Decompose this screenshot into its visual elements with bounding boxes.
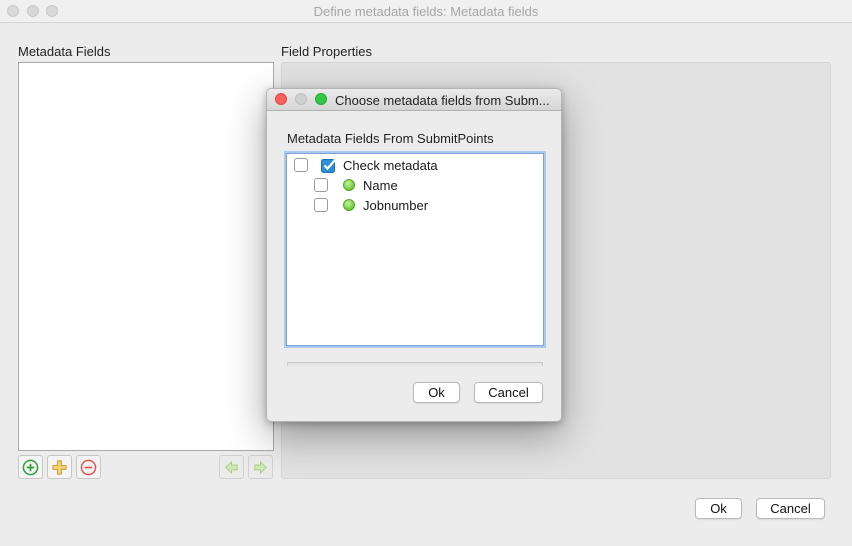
tree-row-name[interactable]: Name xyxy=(287,175,543,195)
move-right-button[interactable] xyxy=(248,455,273,479)
ok-button[interactable]: Ok xyxy=(695,498,742,519)
move-left-button[interactable] xyxy=(219,455,244,479)
dialog-title: Choose metadata fields from Subm... xyxy=(335,93,550,108)
green-dot-icon xyxy=(343,199,355,211)
arrow-right-icon xyxy=(254,460,267,474)
choose-fields-dialog: Choose metadata fields from Subm... Meta… xyxy=(266,88,562,422)
tree-checkbox[interactable] xyxy=(294,158,308,172)
dialog-minimize-button[interactable] xyxy=(295,93,307,105)
add-child-field-button[interactable] xyxy=(47,455,72,479)
tree-item-label: Name xyxy=(363,178,398,193)
dialog-cancel-button[interactable]: Cancel xyxy=(474,382,543,403)
green-dot-icon xyxy=(343,179,355,191)
main-titlebar: Define metadata fields: Metadata fields xyxy=(0,0,852,23)
dialog-ok-button[interactable]: Ok xyxy=(413,382,460,403)
window-title: Define metadata fields: Metadata fields xyxy=(313,4,539,19)
add-circle-icon xyxy=(22,459,39,475)
arrow-left-icon xyxy=(225,460,238,474)
checkbox-category-icon xyxy=(321,157,337,173)
add-plus-icon xyxy=(52,459,67,475)
field-properties-label: Field Properties xyxy=(281,44,373,59)
metadata-fields-label: Metadata Fields xyxy=(18,44,111,59)
tree-checkbox[interactable] xyxy=(314,198,328,212)
tree-item-label: Jobnumber xyxy=(363,198,429,213)
dialog-titlebar: Choose metadata fields from Subm... xyxy=(267,89,561,111)
dialog-separator xyxy=(287,362,543,366)
remove-field-button[interactable] xyxy=(76,455,101,479)
dialog-zoom-button[interactable] xyxy=(315,93,327,105)
remove-circle-icon xyxy=(80,459,97,475)
tree-item-label: Check metadata xyxy=(343,158,438,173)
cancel-button[interactable]: Cancel xyxy=(756,498,825,519)
add-field-button[interactable] xyxy=(18,455,43,479)
tree-checkbox[interactable] xyxy=(314,178,328,192)
tree-row-jobnumber[interactable]: Jobnumber xyxy=(287,195,543,215)
tree-row-check-metadata[interactable]: Check metadata xyxy=(287,155,543,175)
submitpoints-fields-label: Metadata Fields From SubmitPoints xyxy=(287,131,494,146)
dialog-close-button[interactable] xyxy=(275,93,287,105)
metadata-fields-list[interactable] xyxy=(18,62,274,451)
metadata-fields-tree[interactable]: Check metadata Name Jobnumber xyxy=(286,153,544,346)
